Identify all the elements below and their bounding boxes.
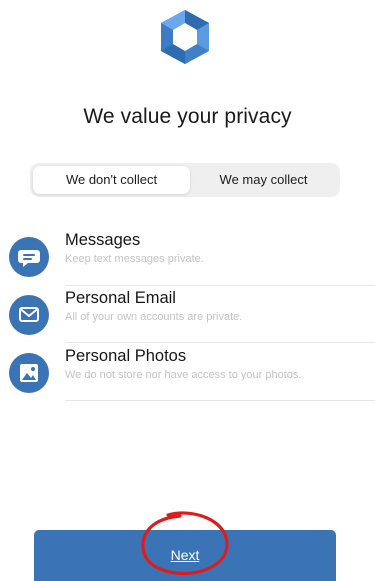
tab-we-may-collect[interactable]: We may collect xyxy=(190,166,337,194)
next-button-label: Next xyxy=(170,547,200,563)
envelope-icon xyxy=(9,295,49,335)
item-description: All of your own accounts are private. xyxy=(65,311,243,323)
tab-we-dont-collect[interactable]: We don't collect xyxy=(33,166,190,194)
page-title: We value your privacy xyxy=(83,105,292,128)
list-item-personal-email: Personal Email All of your own accounts … xyxy=(0,289,375,353)
privacy-segmented-control: We don't collect We may collect xyxy=(30,163,340,197)
list-item-personal-photos: Personal Photos We do not store nor have… xyxy=(0,347,375,411)
item-name: Personal Email xyxy=(65,289,176,307)
divider xyxy=(65,342,375,343)
divider xyxy=(65,285,375,286)
photo-icon xyxy=(9,353,49,393)
item-description: We do not store nor have access to your … xyxy=(65,369,302,381)
item-name: Personal Photos xyxy=(65,347,187,365)
divider xyxy=(65,400,375,401)
next-button[interactable]: Next xyxy=(34,530,336,581)
hexagon-logo-icon xyxy=(157,8,213,66)
list-item-messages: Messages Keep text messages private. xyxy=(0,231,375,295)
item-name: Messages xyxy=(65,231,141,249)
message-bubble-icon xyxy=(9,237,49,277)
item-description: Keep text messages private. xyxy=(65,253,204,265)
